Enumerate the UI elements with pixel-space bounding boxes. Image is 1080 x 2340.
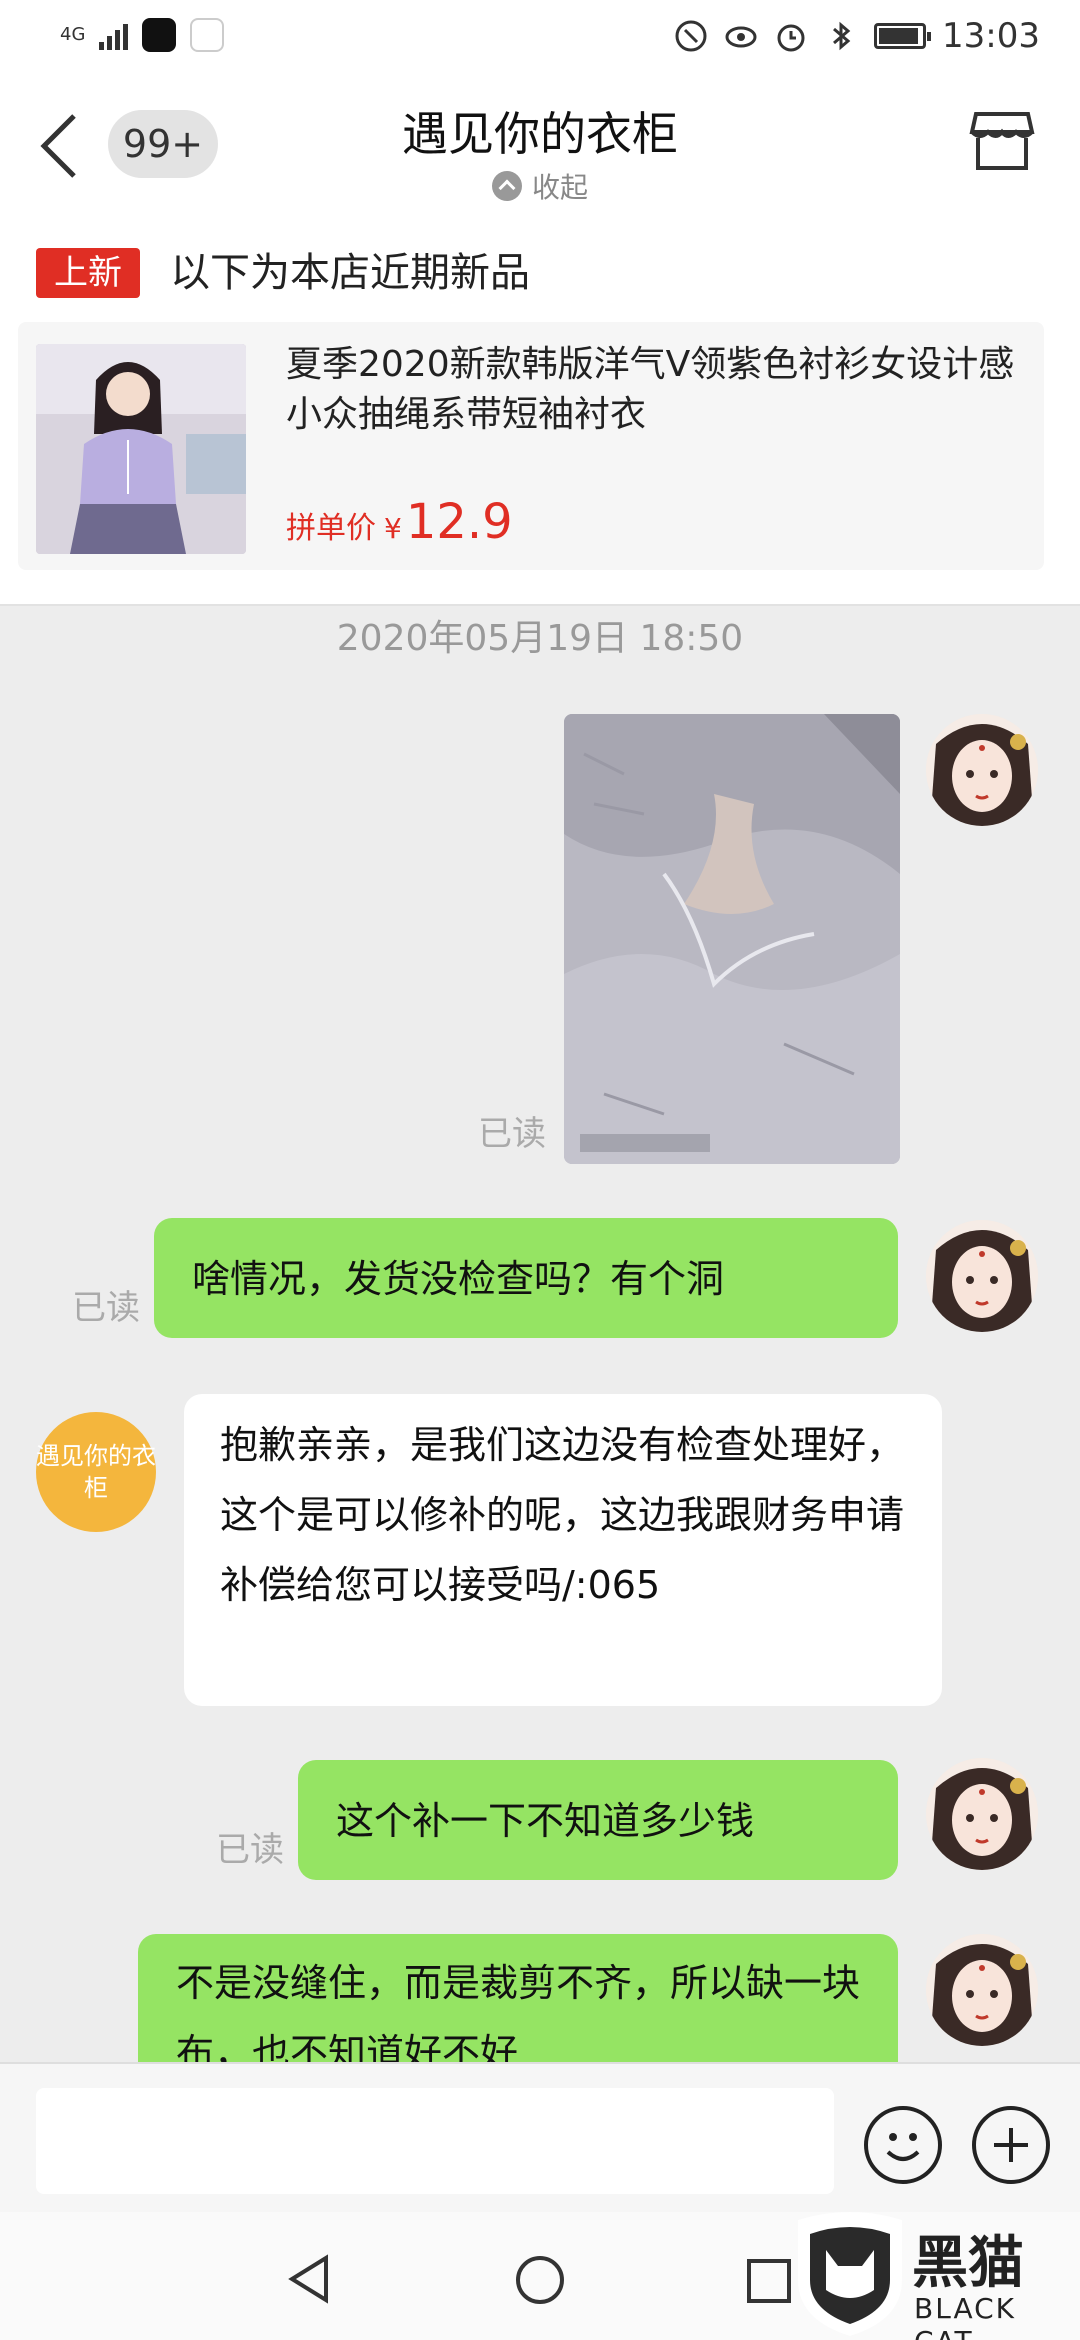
clock: 13:03 <box>942 16 1040 56</box>
message-input[interactable] <box>36 2088 834 2194</box>
chat-messages[interactable]: 2020年05月19日 18:50 已读 已读 啥情况，发货没检查吗？有个洞 遇… <box>0 608 1080 2062</box>
price-label: 拼单价 <box>286 511 376 546</box>
new-products-heading: 以下为本店近期新品 <box>170 250 530 296</box>
app-notification-icon-2 <box>190 18 225 52</box>
smiley-icon[interactable] <box>864 2106 942 2184</box>
chat-timestamp: 2020年05月19日 18:50 <box>336 618 744 659</box>
read-status: 已读 <box>478 1114 546 1154</box>
nfc-icon <box>675 20 707 52</box>
watermark-brand-cn: 黑猫 <box>912 2231 1024 2296</box>
plus-icon[interactable] <box>972 2106 1050 2184</box>
signal-icon <box>99 20 129 50</box>
chevron-up-icon <box>491 171 522 201</box>
watermark-logo: 黑猫 BLACK CAT <box>790 2210 1070 2340</box>
message-input-bar <box>0 2062 1080 2212</box>
store-icon[interactable] <box>968 106 1036 174</box>
network-type: 4G <box>60 24 86 45</box>
product-name: 夏季2020新款韩版洋气V领紫色衬衫女设计感小众抽绳系带短袖衬衣 <box>286 344 1015 435</box>
app-notification-icon <box>142 18 177 52</box>
chat-header: 99+ 遇见你的衣柜 收起 <box>0 76 1080 206</box>
watermark-brand-en: BLACK CAT <box>914 2292 1017 2340</box>
nav-home-icon[interactable] <box>514 2254 566 2306</box>
message-photo[interactable] <box>564 714 900 1164</box>
shop-message-bubble[interactable]: 抱歉亲亲，是我们这边没有检查处理好，这个是可以修补的呢，这边我跟财务申请补偿给您… <box>184 1394 942 1706</box>
my-avatar[interactable] <box>926 1934 1038 2046</box>
alarm-icon <box>777 24 805 52</box>
bluetooth-icon <box>833 21 851 51</box>
nav-back-icon[interactable] <box>286 2254 332 2304</box>
product-card[interactable]: 夏季2020新款韩版洋气V领紫色衬衫女设计感小众抽绳系带短袖衬衣 拼单价 ¥ 1… <box>18 322 1044 570</box>
my-message-bubble[interactable]: 不是没缝住，而是裁剪不齐，所以缺一块布，也不知道好不好 <box>138 1934 898 2062</box>
battery-icon <box>874 23 932 49</box>
status-bar: 4G 13:03 <box>0 0 1080 76</box>
my-avatar[interactable] <box>926 1220 1038 1332</box>
my-message-bubble[interactable]: 啥情况，发货没检查吗？有个洞 <box>154 1218 898 1338</box>
read-status: 已读 <box>72 1288 140 1328</box>
price-currency: ¥ <box>384 512 402 545</box>
eye-comfort-icon <box>725 26 757 48</box>
collapse-toggle[interactable]: 收起 <box>0 166 1080 206</box>
nav-recents-icon[interactable] <box>746 2258 792 2304</box>
page-title: 遇见你的衣柜 <box>402 107 678 161</box>
shop-avatar[interactable]: 遇见你的衣柜 <box>36 1412 156 1532</box>
my-message-bubble[interactable]: 这个补一下不知道多少钱 <box>298 1760 898 1880</box>
new-tag-badge: 上新 <box>36 248 140 298</box>
my-avatar[interactable] <box>926 1758 1038 1870</box>
read-status: 已读 <box>216 1830 284 1870</box>
my-avatar[interactable] <box>926 714 1038 826</box>
collapse-label: 收起 <box>531 171 588 204</box>
new-products-section: 上新 以下为本店近期新品 夏季2020新款韩版洋气V领紫色衬衫女设计感小众抽绳系… <box>0 206 1080 606</box>
product-image <box>36 344 246 554</box>
price-value: 12.9 <box>405 494 513 550</box>
product-price: 拼单价 ¥ 12.9 <box>286 494 513 550</box>
